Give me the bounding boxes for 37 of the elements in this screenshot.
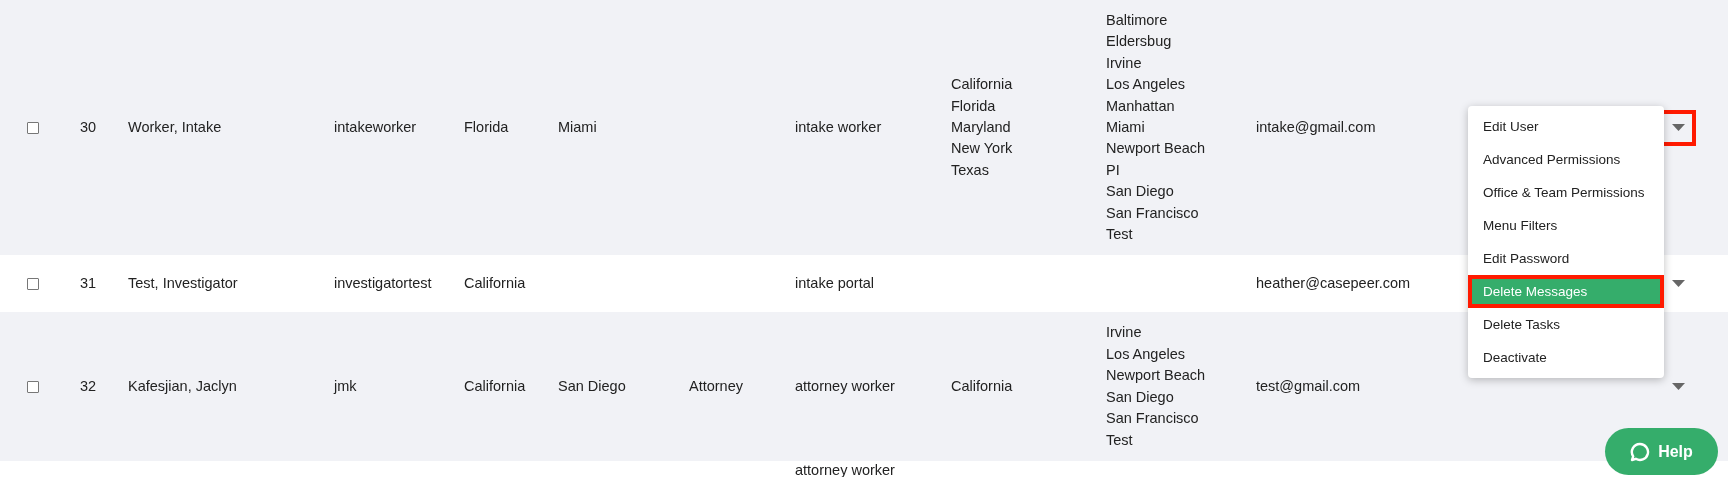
table-cell-text: jmk xyxy=(334,377,358,396)
table-cell-text: attorney worker xyxy=(795,461,896,477)
table-cell-text: 30 xyxy=(80,118,98,138)
table-cell-text: intake portal xyxy=(795,274,875,294)
table-cell-text: attorney worker xyxy=(795,377,896,396)
table-cell-text: California xyxy=(951,377,1014,396)
table-cell-text: California xyxy=(464,274,527,294)
menu-item[interactable]: Delete Tasks xyxy=(1468,308,1664,341)
menu-item[interactable]: Deactivate xyxy=(1468,341,1664,374)
table-cell-text: California Florida Maryland New York Texas xyxy=(951,75,1014,180)
table-cell-text: Kafesjian, Jaclyn xyxy=(128,377,238,396)
table-cell-text: California xyxy=(464,377,527,396)
table-cell-text: Florida xyxy=(464,118,510,138)
table-cell-text: Attorney xyxy=(689,377,744,396)
table-cell-text: heather@casepeer.com xyxy=(1256,274,1412,294)
table-cell-text: Test, Investigator xyxy=(128,274,239,294)
table-cell-text: San Diego xyxy=(558,377,627,396)
table-cell-text: Irvine Los Angeles Newport Beach San Diego San Francisco Test xyxy=(1106,323,1207,450)
table-cell-text: 32 xyxy=(80,377,98,396)
table-cell-text: investigatortest xyxy=(334,274,433,294)
row-checkbox[interactable] xyxy=(27,277,39,290)
menu-item[interactable]: Menu Filters xyxy=(1468,209,1664,242)
table-cell-text: intakeworker xyxy=(334,118,418,138)
chat-bubble-icon xyxy=(1630,441,1651,462)
table-cell-text: Baltimore Eldersbug Irvine Los Angeles Manhattan Miami Newport Beach PI San Diego San Francisco Test xyxy=(1106,11,1207,245)
menu-item[interactable]: Edit Password xyxy=(1468,242,1664,275)
table-cell-text: intake worker xyxy=(795,118,883,138)
table-cell-text: Miami xyxy=(558,118,598,138)
menu-item[interactable]: Office & Team Permissions xyxy=(1468,176,1664,209)
table-cell-text: intake@gmail.com xyxy=(1256,118,1377,138)
row-checkbox[interactable] xyxy=(27,121,39,134)
table-cell-text: test@gmail.com xyxy=(1256,377,1362,396)
menu-item[interactable]: Advanced Permissions xyxy=(1468,143,1664,176)
row-checkbox[interactable] xyxy=(27,380,39,393)
table-cell-text: 31 xyxy=(80,274,98,294)
table-cell-text: Worker, Intake xyxy=(128,118,223,138)
menu-item[interactable]: Edit User xyxy=(1468,110,1664,143)
